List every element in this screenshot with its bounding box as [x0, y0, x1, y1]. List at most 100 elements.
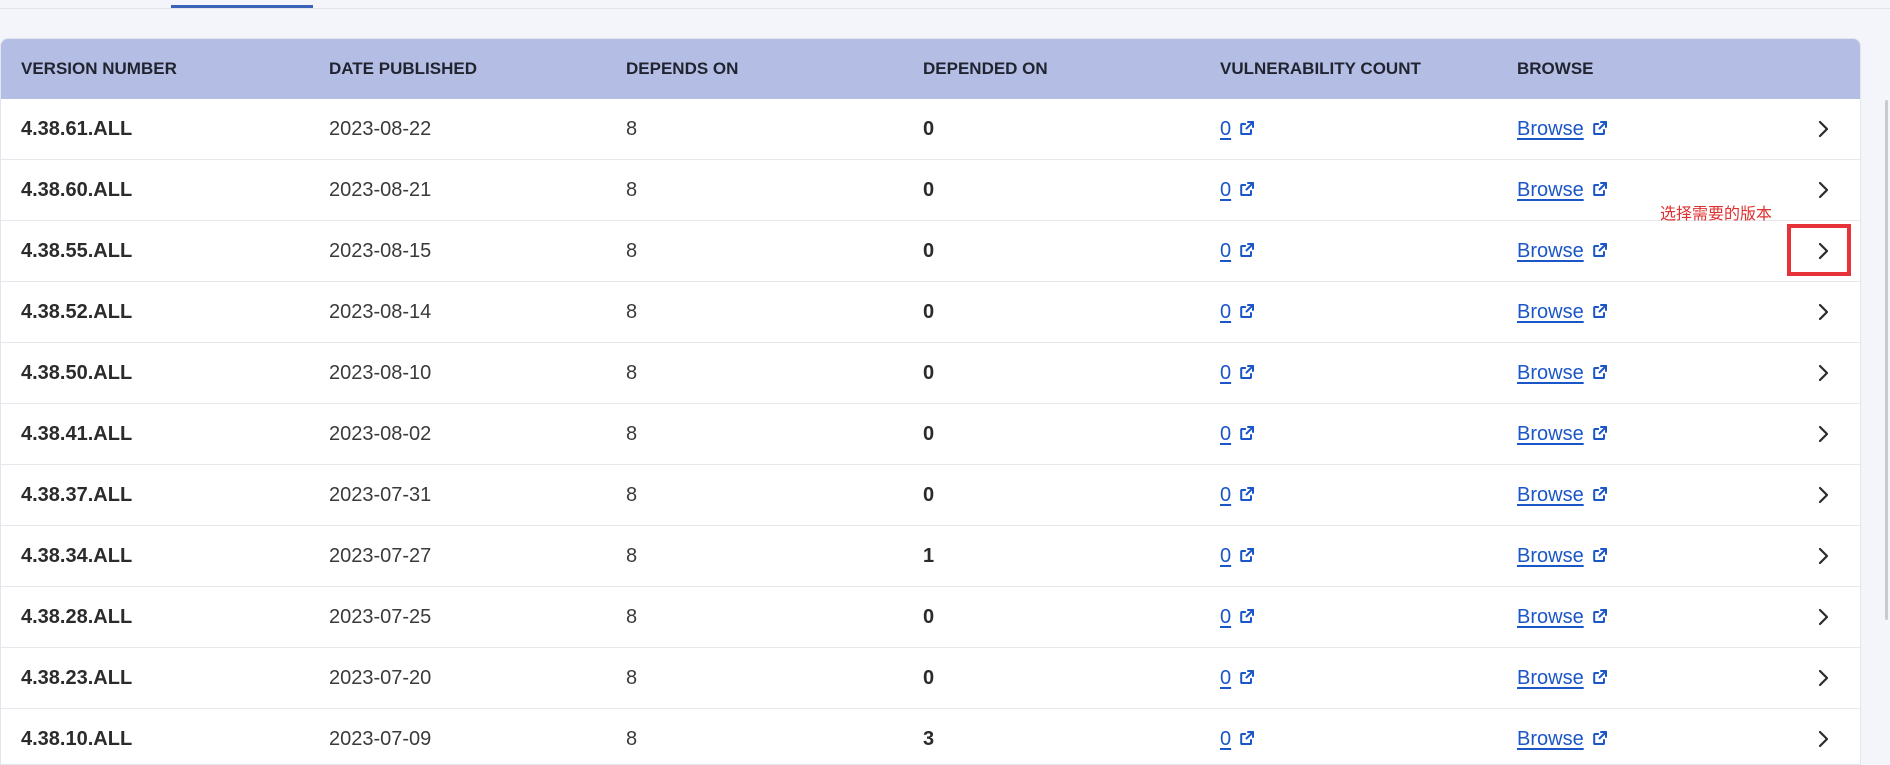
vulnerability-count-link[interactable]: 0	[1220, 362, 1231, 384]
header-date-published[interactable]: DATE PUBLISHED	[329, 39, 477, 99]
vulnerability-count-link[interactable]: 0	[1220, 423, 1231, 445]
table-row[interactable]: 4.38.23.ALL 2023-07-20 8 0 0 Browse	[1, 648, 1860, 709]
vulnerability-count-cell: 0	[1220, 99, 1255, 159]
browse-cell: Browse	[1517, 587, 1608, 647]
date-published: 2023-07-09	[329, 728, 432, 750]
browse-link[interactable]: Browse	[1517, 179, 1584, 201]
depended-on-count: 0	[923, 362, 935, 384]
vulnerability-count-link[interactable]: 0	[1220, 118, 1231, 140]
table-row[interactable]: 4.38.41.ALL 2023-08-02 8 0 0 Browse	[1, 404, 1860, 465]
chevron-right-icon[interactable]	[1811, 727, 1835, 751]
external-link-icon[interactable]	[1592, 588, 1608, 623]
depends-on-count: 8	[626, 301, 638, 323]
chevron-right-icon[interactable]	[1811, 544, 1835, 568]
date-published: 2023-08-21	[329, 179, 432, 201]
table-row[interactable]: 4.38.55.ALL 2023-08-15 8 0 0 Browse	[1, 221, 1860, 282]
external-link-icon[interactable]	[1592, 466, 1608, 501]
browse-cell: Browse	[1517, 160, 1608, 220]
date-published: 2023-08-10	[329, 362, 432, 384]
external-link-icon[interactable]	[1239, 283, 1255, 318]
table-row[interactable]: 4.38.60.ALL 2023-08-21 8 0 0 Browse	[1, 160, 1860, 221]
chevron-right-icon[interactable]	[1811, 666, 1835, 690]
vulnerability-count-cell: 0	[1220, 526, 1255, 586]
depended-on-count: 0	[923, 118, 935, 140]
table-row[interactable]: 4.38.10.ALL 2023-07-09 8 3 0 Browse	[1, 709, 1860, 764]
depends-on-count: 8	[626, 118, 638, 140]
vulnerability-count-link[interactable]: 0	[1220, 301, 1231, 323]
vulnerability-count-cell: 0	[1220, 343, 1255, 403]
external-link-icon[interactable]	[1239, 100, 1255, 135]
vulnerability-count-link[interactable]: 0	[1220, 728, 1231, 750]
date-published: 2023-08-15	[329, 240, 432, 262]
chevron-right-icon[interactable]	[1811, 300, 1835, 324]
browse-cell: Browse	[1517, 709, 1608, 764]
external-link-icon[interactable]	[1592, 222, 1608, 257]
table-row[interactable]: 4.38.34.ALL 2023-07-27 8 1 0 Browse	[1, 526, 1860, 587]
chevron-right-icon[interactable]	[1811, 422, 1835, 446]
header-vulnerability-count[interactable]: VULNERABILITY COUNT	[1220, 39, 1421, 99]
vulnerability-count-link[interactable]: 0	[1220, 545, 1231, 567]
chevron-right-icon[interactable]	[1811, 361, 1835, 385]
vulnerability-count-cell: 0	[1220, 160, 1255, 220]
external-link-icon[interactable]	[1239, 588, 1255, 623]
external-link-icon[interactable]	[1592, 283, 1608, 318]
browse-link[interactable]: Browse	[1517, 667, 1584, 689]
browse-link[interactable]: Browse	[1517, 484, 1584, 506]
external-link-icon[interactable]	[1592, 161, 1608, 196]
header-depended-on[interactable]: DEPENDED ON	[923, 39, 1048, 99]
vulnerability-count-link[interactable]: 0	[1220, 606, 1231, 628]
table-row[interactable]: 4.38.28.ALL 2023-07-25 8 0 0 Browse	[1, 587, 1860, 648]
external-link-icon[interactable]	[1592, 100, 1608, 135]
table-row[interactable]: 4.38.37.ALL 2023-07-31 8 0 0 Browse	[1, 465, 1860, 526]
browse-link[interactable]: Browse	[1517, 545, 1584, 567]
external-link-icon[interactable]	[1239, 344, 1255, 379]
table-header: VERSION NUMBER DATE PUBLISHED DEPENDS ON…	[1, 39, 1860, 99]
browse-link[interactable]: Browse	[1517, 362, 1584, 384]
vulnerability-count-link[interactable]: 0	[1220, 667, 1231, 689]
external-link-icon[interactable]	[1239, 649, 1255, 684]
table-row[interactable]: 4.38.61.ALL 2023-08-22 8 0 0 Browse	[1, 99, 1860, 160]
external-link-icon[interactable]	[1239, 222, 1255, 257]
chevron-right-icon[interactable]	[1811, 483, 1835, 507]
external-link-icon[interactable]	[1239, 710, 1255, 745]
header-version-number[interactable]: VERSION NUMBER	[21, 39, 177, 99]
external-link-icon[interactable]	[1592, 344, 1608, 379]
table-row[interactable]: 4.38.50.ALL 2023-08-10 8 0 0 Browse	[1, 343, 1860, 404]
vertical-scrollbar[interactable]	[1885, 100, 1888, 620]
vulnerability-count-link[interactable]: 0	[1220, 240, 1231, 262]
depended-on-count: 0	[923, 179, 935, 201]
chevron-right-icon[interactable]	[1811, 605, 1835, 629]
depended-on-count: 0	[923, 240, 935, 262]
browse-cell: Browse	[1517, 221, 1608, 281]
header-depends-on[interactable]: DEPENDS ON	[626, 39, 738, 99]
vulnerability-count-cell: 0	[1220, 221, 1255, 281]
external-link-icon[interactable]	[1592, 527, 1608, 562]
browse-cell: Browse	[1517, 282, 1608, 342]
external-link-icon[interactable]	[1239, 466, 1255, 501]
external-link-icon[interactable]	[1239, 405, 1255, 440]
depended-on-count: 0	[923, 667, 935, 689]
external-link-icon[interactable]	[1239, 161, 1255, 196]
browse-link[interactable]: Browse	[1517, 240, 1584, 262]
table-row[interactable]: 4.38.52.ALL 2023-08-14 8 0 0 Browse	[1, 282, 1860, 343]
vulnerability-count-link[interactable]: 0	[1220, 179, 1231, 201]
browse-link[interactable]: Browse	[1517, 606, 1584, 628]
vulnerability-count-link[interactable]: 0	[1220, 484, 1231, 506]
external-link-icon[interactable]	[1592, 649, 1608, 684]
external-link-icon[interactable]	[1239, 527, 1255, 562]
versions-table: VERSION NUMBER DATE PUBLISHED DEPENDS ON…	[0, 38, 1861, 765]
version-number: 4.38.61.ALL	[21, 118, 133, 140]
external-link-icon[interactable]	[1592, 710, 1608, 745]
browse-link[interactable]: Browse	[1517, 728, 1584, 750]
vulnerability-count-cell: 0	[1220, 465, 1255, 525]
browse-cell: Browse	[1517, 404, 1608, 464]
external-link-icon[interactable]	[1592, 405, 1608, 440]
browse-link[interactable]: Browse	[1517, 301, 1584, 323]
browse-link[interactable]: Browse	[1517, 423, 1584, 445]
depends-on-count: 8	[626, 362, 638, 384]
chevron-right-icon[interactable]	[1811, 117, 1835, 141]
browse-link[interactable]: Browse	[1517, 118, 1584, 140]
chevron-right-icon[interactable]	[1811, 178, 1835, 202]
depends-on-count: 8	[626, 545, 638, 567]
version-number: 4.38.28.ALL	[21, 606, 133, 628]
